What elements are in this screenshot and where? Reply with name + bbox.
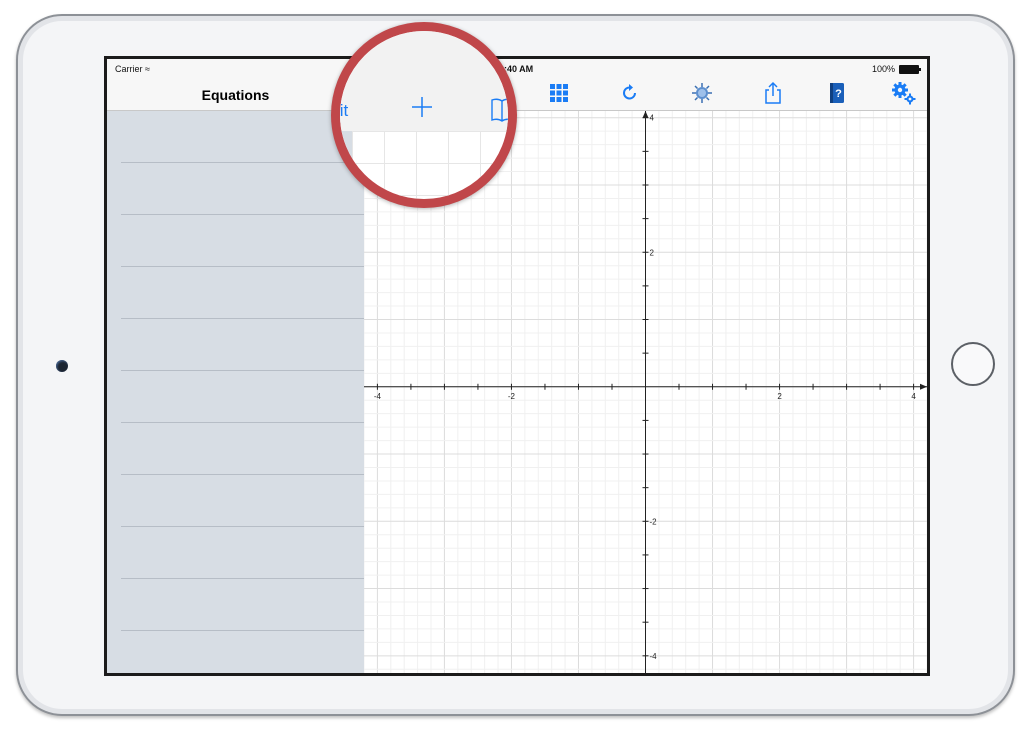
carrier-status: Carrier ≈ [115, 64, 150, 74]
equations-sidebar: Equations [107, 59, 364, 673]
book-icon[interactable] [490, 97, 514, 123]
sidebar-title: Equations [201, 87, 270, 103]
refresh-button[interactable] [616, 79, 644, 107]
carrier-label: Carrier [115, 64, 143, 74]
status-bar: Carrier ≈ 0:40 AM 100% [107, 59, 927, 79]
equation-row[interactable] [121, 163, 364, 215]
equation-row[interactable] [121, 111, 364, 163]
home-button[interactable] [951, 342, 995, 386]
equation-row[interactable] [121, 579, 364, 631]
equation-row[interactable] [121, 319, 364, 371]
battery-icon [899, 64, 921, 74]
add-icon[interactable] [410, 95, 434, 119]
help-book-button[interactable]: ? [823, 79, 851, 107]
share-icon [765, 81, 781, 104]
equation-list [107, 111, 364, 631]
camera-icon [56, 360, 68, 372]
equation-row[interactable] [121, 215, 364, 267]
equation-row[interactable] [121, 371, 364, 423]
help-book-icon: ? [830, 83, 844, 103]
atom-icon [692, 83, 712, 103]
equation-row[interactable] [121, 527, 364, 579]
refresh-icon [623, 84, 636, 100]
magnified-toolbar: lit [340, 31, 508, 132]
svg-text:?: ? [835, 88, 842, 100]
settings-gears-icon [892, 82, 916, 105]
y-tick-label: -2 [650, 517, 658, 526]
x-tick-label: 2 [777, 392, 782, 401]
equation-row[interactable] [121, 267, 364, 319]
y-axis-arrow [642, 111, 649, 118]
equation-row[interactable] [121, 475, 364, 527]
x-tick-label: 4 [911, 392, 916, 401]
y-tick-label: 4 [650, 114, 655, 123]
share-button[interactable] [759, 79, 787, 107]
atom-button[interactable] [688, 79, 716, 107]
battery-status: 100% [871, 64, 921, 74]
wifi-icon: ≈ [145, 64, 150, 74]
y-tick-label: 2 [650, 248, 655, 257]
keypad-grid-button[interactable] [545, 79, 573, 107]
x-tick-label: -4 [374, 392, 382, 401]
magnifier-callout: lit [331, 22, 517, 208]
y-tick-label: -4 [650, 652, 658, 661]
equation-row[interactable] [121, 423, 364, 475]
keypad-grid-icon [550, 84, 568, 102]
magnified-sidebar [340, 131, 352, 199]
x-axis-arrow [920, 383, 927, 390]
device-screen: Equations ? Carrier ≈ 0:40 AM 100% -4 -2… [104, 56, 930, 676]
magnified-grid [352, 131, 508, 199]
edit-button[interactable]: lit [340, 101, 348, 121]
battery-label: 100% [871, 64, 895, 74]
x-tick-label: -2 [508, 392, 516, 401]
settings-button[interactable] [890, 79, 918, 107]
